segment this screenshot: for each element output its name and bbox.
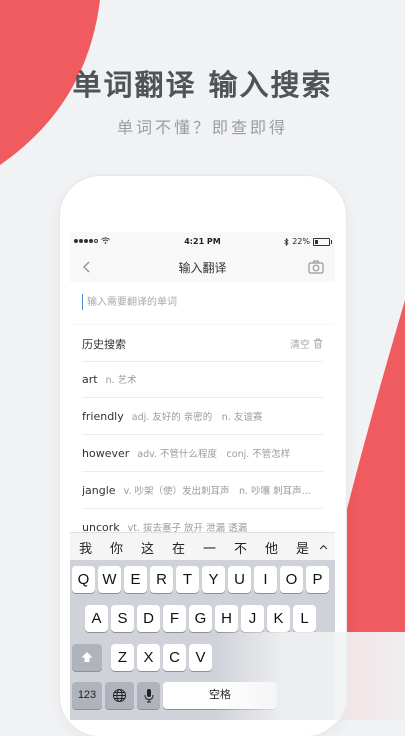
history-definition: v. 吵架（使）发出刺耳声 n. 吵嚷 刺耳声... bbox=[123, 486, 311, 497]
key-p[interactable]: P bbox=[306, 566, 329, 593]
history-definition: n. 艺术 bbox=[105, 375, 137, 386]
key-w[interactable]: W bbox=[98, 566, 121, 593]
microphone-key[interactable] bbox=[137, 682, 160, 709]
candidate-word[interactable]: 这 bbox=[132, 538, 163, 557]
candidate-word[interactable]: 在 bbox=[163, 538, 194, 557]
nav-bar: 输入翻译 bbox=[70, 252, 335, 282]
key-g[interactable]: G bbox=[189, 605, 212, 632]
key-y[interactable]: Y bbox=[202, 566, 225, 593]
candidate-bar: 我 你 这 在 一 不 他 是 bbox=[70, 532, 335, 561]
numbers-key[interactable]: 123 bbox=[72, 682, 102, 709]
history-item[interactable]: jangle v. 吵架（使）发出刺耳声 n. 吵嚷 刺耳声... bbox=[82, 472, 323, 509]
history-word: friendly bbox=[82, 409, 124, 423]
history-item[interactable]: however adv. 不管什么程度 conj. 不管怎样 bbox=[82, 435, 323, 472]
candidate-word[interactable]: 一 bbox=[194, 538, 225, 557]
shift-key[interactable] bbox=[72, 644, 102, 671]
promo-subline: 单词不懂？即查即得 bbox=[116, 118, 288, 137]
candidate-word[interactable]: 不 bbox=[225, 538, 256, 557]
key-j[interactable]: J bbox=[241, 605, 264, 632]
search-area bbox=[70, 282, 335, 324]
key-z[interactable]: Z bbox=[111, 644, 134, 671]
key-e[interactable]: E bbox=[124, 566, 147, 593]
key-i[interactable]: I bbox=[254, 566, 277, 593]
globe-icon bbox=[113, 689, 126, 702]
history-word: jangle bbox=[82, 483, 116, 497]
history-item[interactable]: art n. 艺术 bbox=[82, 361, 323, 398]
history-definition: adj. 友好的 亲密的 n. 友谊赛 bbox=[131, 412, 263, 423]
microphone-icon bbox=[144, 689, 153, 703]
history-header: 历史搜索 清空 bbox=[82, 325, 323, 362]
chevron-up-icon[interactable] bbox=[318, 539, 329, 555]
history-list: art n. 艺术 friendly adj. 友好的 亲密的 n. 友谊赛 h… bbox=[82, 361, 323, 546]
key-a[interactable]: A bbox=[85, 605, 108, 632]
candidate-word[interactable]: 我 bbox=[70, 538, 101, 557]
key-d[interactable]: D bbox=[137, 605, 160, 632]
history-word: art bbox=[82, 372, 98, 386]
nav-title: 输入翻译 bbox=[178, 261, 227, 275]
bluetooth-icon bbox=[284, 237, 289, 246]
battery-icon bbox=[313, 237, 332, 246]
history-definition: adv. 不管什么程度 conj. 不管怎样 bbox=[137, 449, 291, 460]
search-input[interactable] bbox=[82, 294, 327, 310]
key-l[interactable]: L bbox=[293, 605, 316, 632]
candidate-word[interactable]: 你 bbox=[101, 538, 132, 557]
candidate-word[interactable]: 是 bbox=[287, 538, 318, 557]
history-title: 历史搜索 bbox=[82, 338, 126, 351]
key-u[interactable]: U bbox=[228, 566, 251, 593]
key-t[interactable]: T bbox=[176, 566, 199, 593]
battery-fill bbox=[315, 239, 318, 244]
key-o[interactable]: O bbox=[280, 566, 303, 593]
key-h[interactable]: H bbox=[215, 605, 238, 632]
history-word: however bbox=[82, 446, 130, 460]
history-section: 历史搜索 清空 art n. 艺术 friendly adj. 友好的 亲密的 … bbox=[70, 325, 335, 546]
shift-arrow-icon bbox=[81, 652, 93, 662]
globe-key[interactable] bbox=[105, 682, 134, 709]
history-item[interactable]: friendly adj. 友好的 亲密的 n. 友谊赛 bbox=[82, 398, 323, 435]
key-k[interactable]: K bbox=[267, 605, 290, 632]
battery-percent: 22% bbox=[292, 237, 310, 246]
status-bar: 4:21 PM 22% bbox=[70, 232, 335, 252]
candidate-word[interactable]: 他 bbox=[256, 538, 287, 557]
key-q[interactable]: Q bbox=[72, 566, 95, 593]
key-r[interactable]: R bbox=[150, 566, 173, 593]
key-s[interactable]: S bbox=[111, 605, 134, 632]
promo-headline: 单词翻译 输入搜索 bbox=[72, 68, 333, 102]
clear-history-button[interactable]: 清空 bbox=[290, 336, 323, 351]
key-x[interactable]: X bbox=[137, 644, 160, 671]
key-v[interactable]: V bbox=[189, 644, 212, 671]
key-c[interactable]: C bbox=[163, 644, 186, 671]
key-f[interactable]: F bbox=[163, 605, 186, 632]
trash-icon bbox=[314, 338, 322, 349]
clear-label: 清空 bbox=[290, 340, 310, 351]
watermark-fade bbox=[215, 632, 405, 720]
camera-icon[interactable] bbox=[307, 258, 325, 276]
